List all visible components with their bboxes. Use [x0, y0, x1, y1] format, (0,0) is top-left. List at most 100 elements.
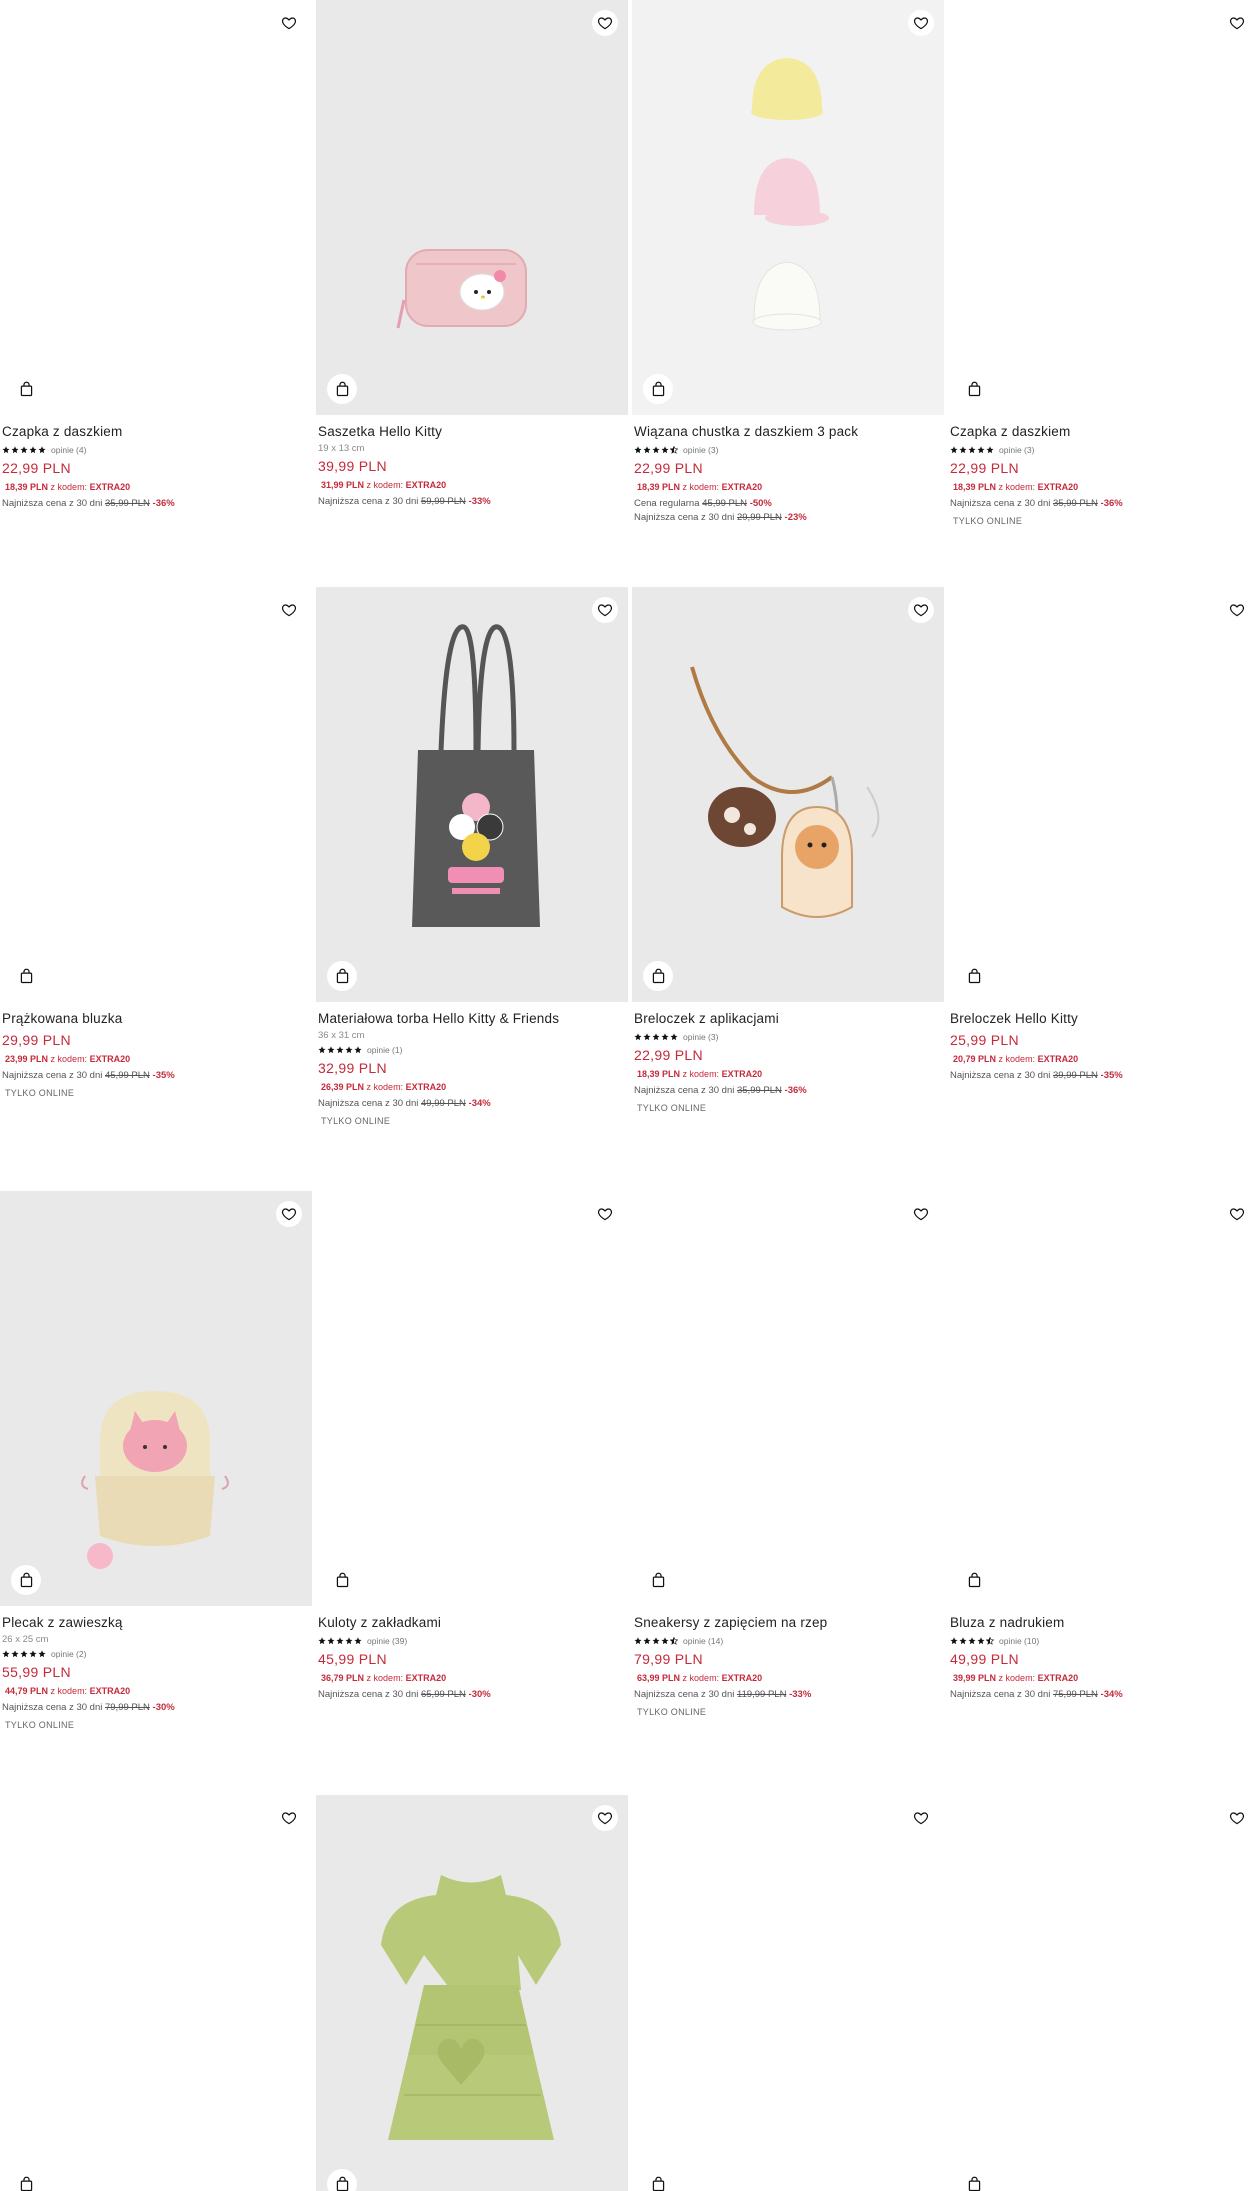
heart-icon[interactable] — [1224, 1805, 1250, 1831]
product-name[interactable]: Kuloty z zakładkami — [318, 1614, 626, 1632]
product-image[interactable] — [948, 1191, 1250, 1606]
product-image[interactable] — [316, 587, 628, 1002]
heart-icon[interactable] — [592, 597, 618, 623]
heart-icon[interactable] — [908, 1201, 934, 1227]
product-rating: opinie (4) — [2, 444, 310, 456]
product-image[interactable] — [632, 587, 944, 1002]
product-image[interactable] — [632, 1191, 944, 1606]
review-count[interactable]: opinie (14) — [683, 1636, 723, 1646]
product-price: 32,99 PLN — [318, 1060, 387, 1076]
product-card[interactable]: Wiązana chustka z daszkiem 3 pack opinie… — [632, 0, 944, 523]
lowest-price: Najniższa cena z 30 dni 45,99 PLN -35% — [2, 1070, 175, 1081]
shopping-bag-icon[interactable] — [643, 2169, 673, 2191]
product-card[interactable]: Sneakersy z zapięciem na rzep opinie (14… — [632, 1191, 944, 1717]
shopping-bag-icon[interactable] — [643, 374, 673, 404]
product-image[interactable] — [0, 1191, 312, 1606]
product-name[interactable]: Czapka z daszkiem — [950, 423, 1250, 441]
shopping-bag-icon[interactable] — [327, 961, 357, 991]
shopping-bag-icon[interactable] — [11, 961, 41, 991]
product-card[interactable]: Czapka z daszkiem opinie (4) 22,99 PLN 1… — [0, 0, 312, 509]
product-name[interactable]: Bluza z nadrukiem — [950, 1614, 1250, 1632]
product-card[interactable]: Plecak z zawieszką 26 x 25 cm opinie (2)… — [0, 1191, 312, 1730]
heart-icon[interactable] — [908, 597, 934, 623]
product-price: 79,99 PLN — [634, 1651, 703, 1667]
heart-icon[interactable] — [276, 1201, 302, 1227]
product-card[interactable] — [0, 1795, 312, 2191]
product-name[interactable]: Wiązana chustka z daszkiem 3 pack — [634, 423, 942, 441]
promo-price: 20,79 PLN z kodem: EXTRA20 — [953, 1054, 1079, 1064]
review-count[interactable]: opinie (3) — [683, 445, 718, 455]
product-name[interactable]: Saszetka Hello Kitty — [318, 423, 626, 441]
product-card[interactable]: Kuloty z zakładkami opinie (39) 45,99 PL… — [316, 1191, 628, 1700]
product-card[interactable] — [632, 1795, 944, 2191]
product-image[interactable] — [316, 0, 628, 415]
shopping-bag-icon[interactable] — [959, 1565, 989, 1595]
review-count[interactable]: opinie (3) — [683, 1032, 718, 1042]
product-name[interactable]: Materiałowa torba Hello Kitty & Friends — [318, 1010, 626, 1028]
shopping-bag-icon[interactable] — [959, 374, 989, 404]
lowest-price: Najniższa cena z 30 dni 65,99 PLN -30% — [318, 1689, 491, 1700]
heart-icon[interactable] — [1224, 10, 1250, 36]
review-count[interactable]: opinie (39) — [367, 1636, 407, 1646]
heart-icon[interactable] — [592, 10, 618, 36]
shopping-bag-icon[interactable] — [643, 961, 673, 991]
product-card[interactable]: Prążkowana bluzka 29,99 PLN 23,99 PLN z … — [0, 587, 312, 1098]
product-dimensions: 19 x 13 cm — [318, 443, 365, 454]
heart-icon[interactable] — [276, 597, 302, 623]
product-image[interactable] — [632, 1795, 944, 2191]
shopping-bag-icon[interactable] — [643, 1565, 673, 1595]
lowest-price: Najniższa cena z 30 dni 75,99 PLN -34% — [950, 1689, 1123, 1700]
product-name[interactable]: Sneakersy z zapięciem na rzep — [634, 1614, 942, 1632]
product-card[interactable] — [316, 1795, 628, 2191]
product-card[interactable]: Czapka z daszkiem opinie (3) 22,99 PLN 1… — [948, 0, 1250, 526]
product-name[interactable]: Breloczek z aplikacjami — [634, 1010, 942, 1028]
shopping-bag-icon[interactable] — [327, 374, 357, 404]
shopping-bag-icon[interactable] — [11, 374, 41, 404]
product-image[interactable] — [948, 1795, 1250, 2191]
product-image[interactable] — [0, 0, 312, 415]
product-image[interactable] — [948, 587, 1250, 1002]
heart-icon[interactable] — [908, 10, 934, 36]
heart-icon[interactable] — [276, 10, 302, 36]
heart-icon[interactable] — [1224, 1201, 1250, 1227]
shopping-bag-icon[interactable] — [327, 2169, 357, 2191]
heart-icon[interactable] — [276, 1805, 302, 1831]
review-count[interactable]: opinie (4) — [51, 445, 86, 455]
product-image[interactable] — [632, 0, 944, 415]
product-card[interactable]: Saszetka Hello Kitty 19 x 13 cm 39,99 PL… — [316, 0, 628, 507]
heart-icon[interactable] — [908, 1805, 934, 1831]
review-count[interactable]: opinie (10) — [999, 1636, 1039, 1646]
backpack-image — [81, 1391, 229, 1569]
shopping-bag-icon[interactable] — [959, 2169, 989, 2191]
product-image[interactable] — [0, 1795, 312, 2191]
product-image[interactable] — [948, 0, 1250, 415]
review-count[interactable]: opinie (2) — [51, 1649, 86, 1659]
product-name[interactable]: Plecak z zawieszką — [2, 1614, 310, 1632]
product-name[interactable]: Prążkowana bluzka — [2, 1010, 310, 1028]
product-price: 22,99 PLN — [634, 460, 703, 476]
product-card[interactable]: Materiałowa torba Hello Kitty & Friends … — [316, 587, 628, 1126]
hats-image — [751, 58, 829, 331]
product-rating: opinie (39) — [318, 1635, 626, 1647]
product-card[interactable] — [948, 1795, 1250, 2191]
product-image[interactable] — [316, 1191, 628, 1606]
product-price: 55,99 PLN — [2, 1664, 71, 1680]
review-count[interactable]: opinie (3) — [999, 445, 1034, 455]
star-icon — [634, 1637, 678, 1645]
product-card[interactable]: Breloczek Hello Kitty 25,99 PLN 20,79 PL… — [948, 587, 1250, 1081]
shopping-bag-icon[interactable] — [11, 2169, 41, 2191]
product-card[interactable]: Breloczek z aplikacjami opinie (3) 22,99… — [632, 587, 944, 1113]
product-image[interactable] — [316, 1795, 628, 2191]
heart-icon[interactable] — [592, 1805, 618, 1831]
product-name[interactable]: Breloczek Hello Kitty — [950, 1010, 1250, 1028]
product-card[interactable]: Bluza z nadrukiem opinie (10) 49,99 PLN … — [948, 1191, 1250, 1700]
heart-icon[interactable] — [592, 1201, 618, 1227]
shopping-bag-icon[interactable] — [327, 1565, 357, 1595]
product-name[interactable]: Czapka z daszkiem — [2, 423, 310, 441]
review-count[interactable]: opinie (1) — [367, 1045, 402, 1055]
heart-icon[interactable] — [1224, 597, 1250, 623]
product-image[interactable] — [0, 587, 312, 1002]
lowest-price: Najniższa cena z 30 dni 35,99 PLN -36% — [950, 498, 1123, 509]
shopping-bag-icon[interactable] — [11, 1565, 41, 1595]
shopping-bag-icon[interactable] — [959, 961, 989, 991]
